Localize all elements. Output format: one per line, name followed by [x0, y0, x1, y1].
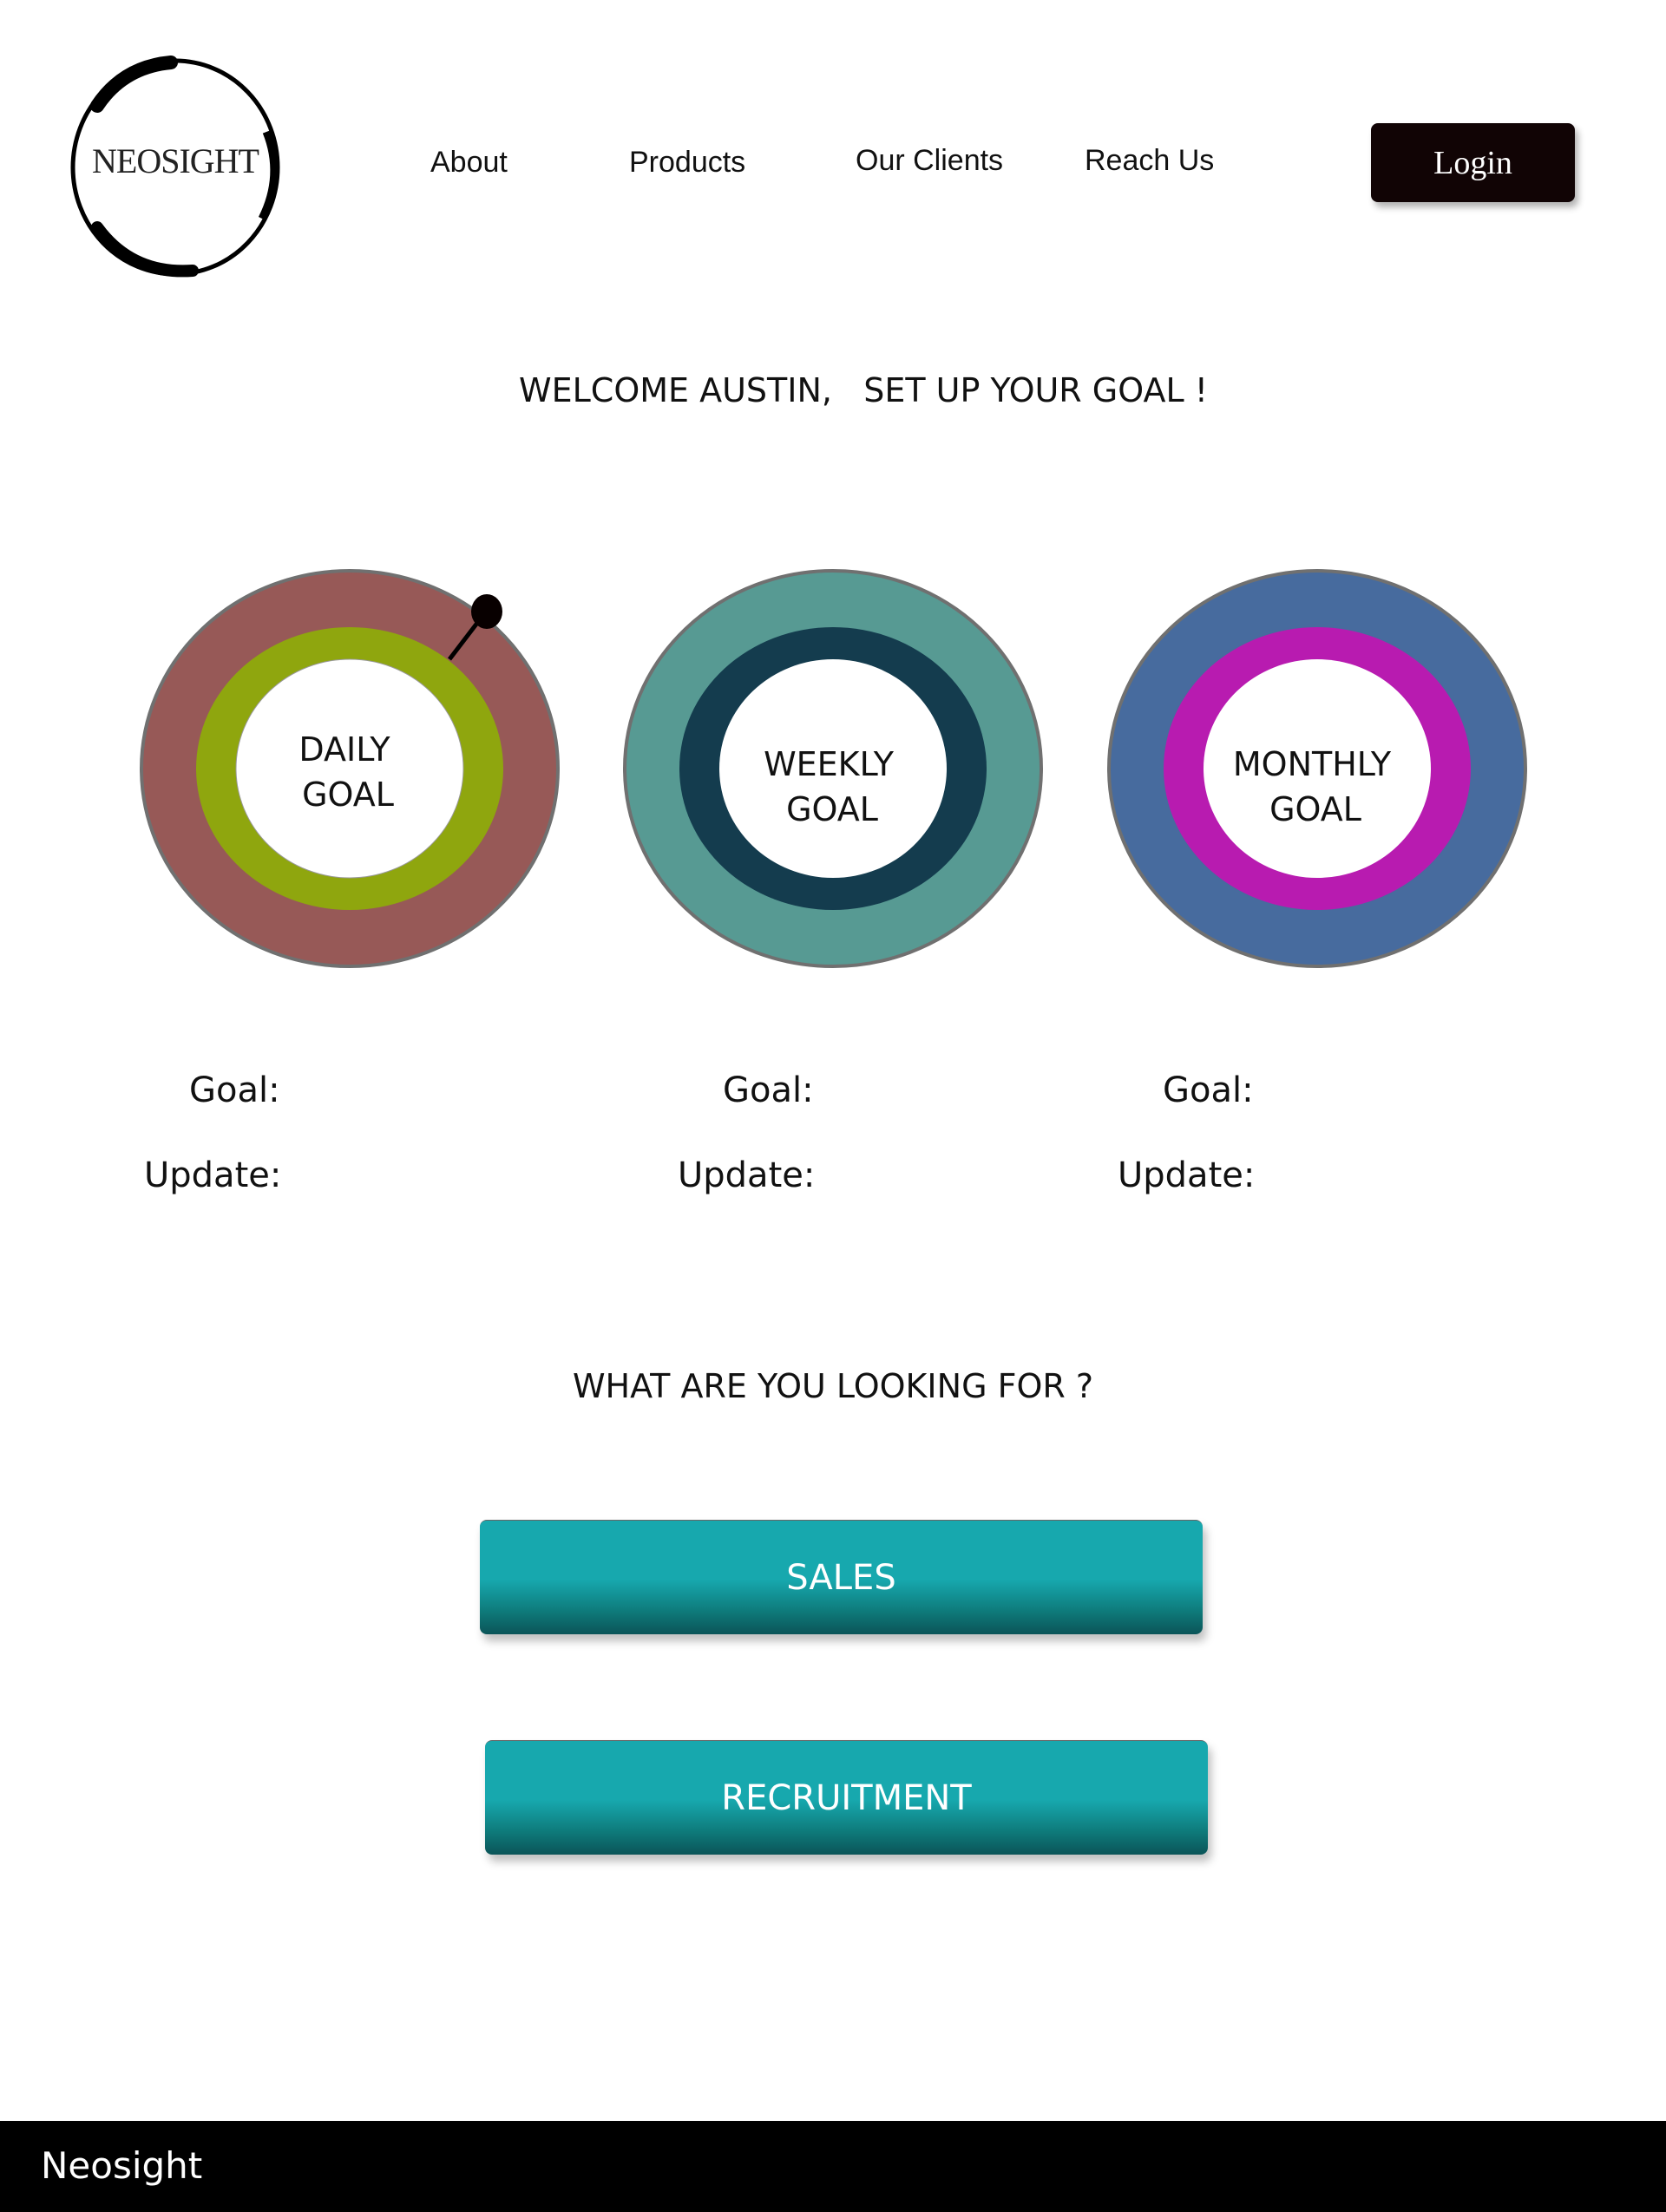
welcome-heading: WELCOME AUSTIN, SET UP YOUR GOAL !	[519, 371, 1208, 409]
monthly-goal-field-label: Goal:	[1163, 1070, 1254, 1110]
nav-reach-us[interactable]: Reach Us	[1085, 144, 1214, 178]
nav-our-clients[interactable]: Our Clients	[856, 144, 1003, 178]
nav-about[interactable]: About	[430, 146, 508, 180]
daily-goal-field-label: Goal:	[189, 1070, 280, 1110]
footer	[0, 2121, 1666, 2212]
recruitment-button[interactable]: RECRUITMENT	[485, 1740, 1208, 1855]
monthly-goal-label: MONTHLY GOAL	[1208, 742, 1416, 832]
sales-button[interactable]: SALES	[480, 1520, 1203, 1634]
login-button[interactable]: Login	[1371, 123, 1575, 202]
logo-text: NEOSIGHT	[92, 141, 259, 180]
footer-brand: Neosight	[41, 2144, 203, 2187]
question-heading: WHAT ARE YOU LOOKING FOR ?	[572, 1367, 1094, 1405]
daily-label-line2: GOAL	[302, 776, 394, 814]
weekly-label-line2: GOAL	[786, 790, 878, 828]
slider-handle-knob	[471, 594, 502, 629]
weekly-label-line1: WEEKLY	[764, 745, 894, 783]
monthly-label-line1: MONTHLY	[1232, 745, 1392, 783]
monthly-label-line2: GOAL	[1269, 790, 1361, 828]
monthly-update-field-label: Update:	[1118, 1155, 1256, 1195]
daily-goal-label: DAILY GOAL	[240, 727, 449, 817]
nav-products[interactable]: Products	[629, 146, 745, 180]
weekly-goal-field-label: Goal:	[723, 1070, 814, 1110]
weekly-goal-label: WEEKLY GOAL	[725, 742, 933, 832]
weekly-update-field-label: Update:	[678, 1155, 816, 1195]
daily-label-line1: DAILY	[298, 730, 390, 769]
daily-update-field-label: Update:	[144, 1155, 282, 1195]
